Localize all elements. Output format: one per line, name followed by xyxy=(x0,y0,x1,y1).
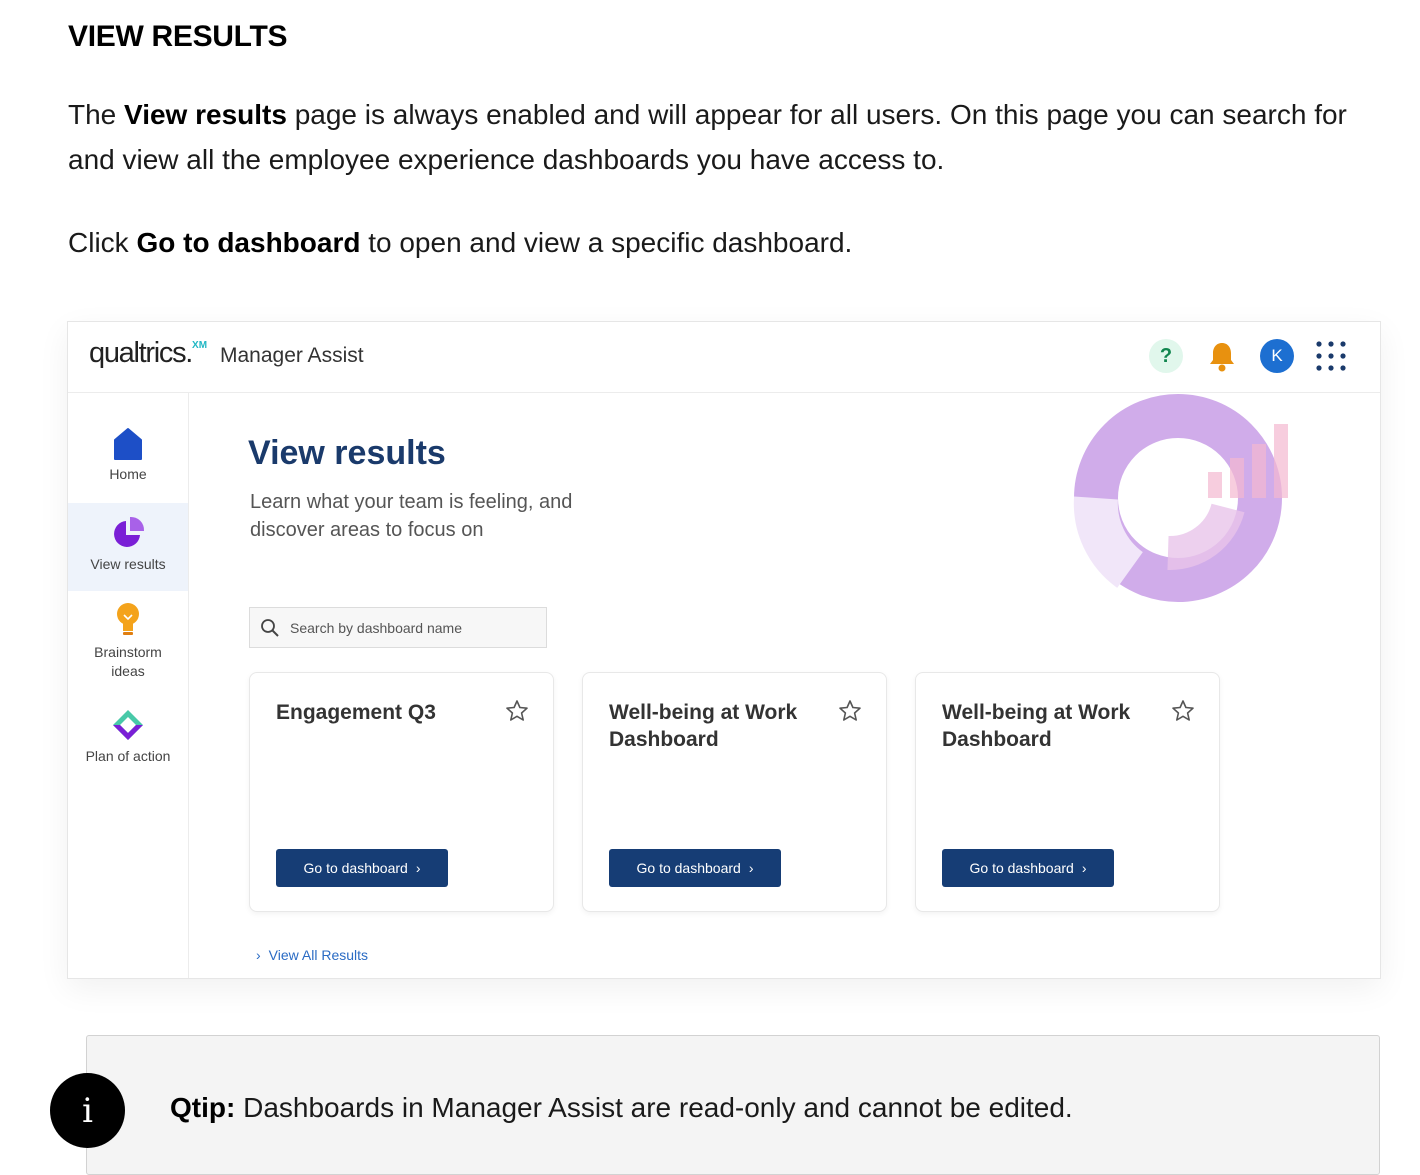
bell-icon[interactable] xyxy=(1205,339,1239,373)
intro-paragraph: The View results page is always enabled … xyxy=(68,92,1368,182)
nav-label-home: Home xyxy=(109,466,147,482)
app-title: Manager Assist xyxy=(220,344,364,367)
view-all-results-link[interactable]: › View All Results xyxy=(256,947,368,963)
dashboard-card: Well-being at Work Dashboard Go to dashb… xyxy=(582,672,887,912)
chevron-right-icon: › xyxy=(1081,860,1087,876)
nav-label-brainstorm-1: Brainstorm xyxy=(94,644,162,660)
search-input[interactable] xyxy=(290,608,540,647)
help-glyph: ? xyxy=(1159,344,1173,367)
app-header: qualtrics.XM Manager Assist ? K xyxy=(68,322,1380,393)
home-icon xyxy=(114,428,142,460)
dashboard-card: Well-being at Work Dashboard Go to dashb… xyxy=(915,672,1220,912)
intro-bold-view-results: View results xyxy=(124,99,287,130)
card-title: Well-being at Work Dashboard xyxy=(609,701,798,751)
question-icon[interactable]: ? xyxy=(1149,339,1183,373)
button-label: Go to dashboard xyxy=(636,860,741,876)
info-icon: i xyxy=(50,1073,125,1148)
star-icon[interactable] xyxy=(1171,699,1195,723)
intro-text-start: The xyxy=(68,99,125,130)
side-navigation: Home View results Brainstorm ideas Plan … xyxy=(68,393,189,978)
instruction-paragraph: Click Go to dashboard to open and view a… xyxy=(68,220,1368,265)
avatar[interactable]: K xyxy=(1260,339,1294,373)
page-title: View results xyxy=(248,434,446,472)
search-icon xyxy=(261,619,279,637)
star-icon[interactable] xyxy=(838,699,862,723)
go-to-dashboard-button[interactable]: Go to dashboard › xyxy=(609,849,781,887)
go-to-dashboard-button[interactable]: Go to dashboard › xyxy=(942,849,1114,887)
section-heading: VIEW RESULTS xyxy=(68,20,288,53)
page-subtitle: Learn what your team is feeling, and dis… xyxy=(250,491,573,541)
decorative-chart-illustration xyxy=(1073,394,1288,602)
nav-item-plan-of-action[interactable]: Plan of action xyxy=(68,707,188,777)
dashboard-search[interactable] xyxy=(249,607,547,648)
chevron-right-icon: › xyxy=(256,947,261,963)
nav-item-view-results[interactable]: View results xyxy=(68,503,188,591)
instruction-bold-go-to-dashboard: Go to dashboard xyxy=(136,227,361,258)
diamond-icon xyxy=(113,710,143,740)
avatar-initial: K xyxy=(1271,346,1283,365)
nav-label-view-results: View results xyxy=(90,556,166,572)
logo-mark: XM xyxy=(192,340,208,351)
nav-item-brainstorm[interactable]: Brainstorm ideas xyxy=(68,601,188,691)
chevron-right-icon: › xyxy=(748,860,754,876)
chevron-right-icon: › xyxy=(415,860,421,876)
button-label: Go to dashboard xyxy=(303,860,408,876)
info-glyph: i xyxy=(82,1090,93,1131)
star-icon[interactable] xyxy=(505,699,529,723)
pie-chart-icon xyxy=(114,516,145,547)
card-title: Well-being at Work Dashboard xyxy=(942,701,1131,751)
go-to-dashboard-button[interactable]: Go to dashboard › xyxy=(276,849,448,887)
logo-text: qualtrics. xyxy=(89,337,193,369)
view-all-label: View All Results xyxy=(268,947,369,963)
nav-item-home[interactable]: Home xyxy=(68,427,188,499)
dashboard-card: Engagement Q3 Go to dashboard › xyxy=(249,672,554,912)
button-label: Go to dashboard xyxy=(969,860,1074,876)
qtip-text: Qtip: Dashboards in Manager Assist are r… xyxy=(170,1092,1073,1124)
qualtrics-logo[interactable]: qualtrics.XM xyxy=(89,337,207,370)
instruction-text-start: Click xyxy=(68,227,137,258)
lightbulb-icon xyxy=(117,603,139,635)
app-screenshot: qualtrics.XM Manager Assist ? K Home Vie… xyxy=(67,321,1381,979)
nav-label-plan-of-action: Plan of action xyxy=(85,748,171,764)
apps-grid-icon[interactable] xyxy=(1314,339,1348,373)
nav-label-brainstorm-2: ideas xyxy=(111,663,145,679)
instruction-text-end: to open and view a specific dashboard. xyxy=(360,227,853,258)
qtip-body: Dashboards in Manager Assist are read-on… xyxy=(235,1092,1073,1123)
card-title: Engagement Q3 xyxy=(276,701,436,724)
qtip-label: Qtip: xyxy=(170,1092,236,1123)
